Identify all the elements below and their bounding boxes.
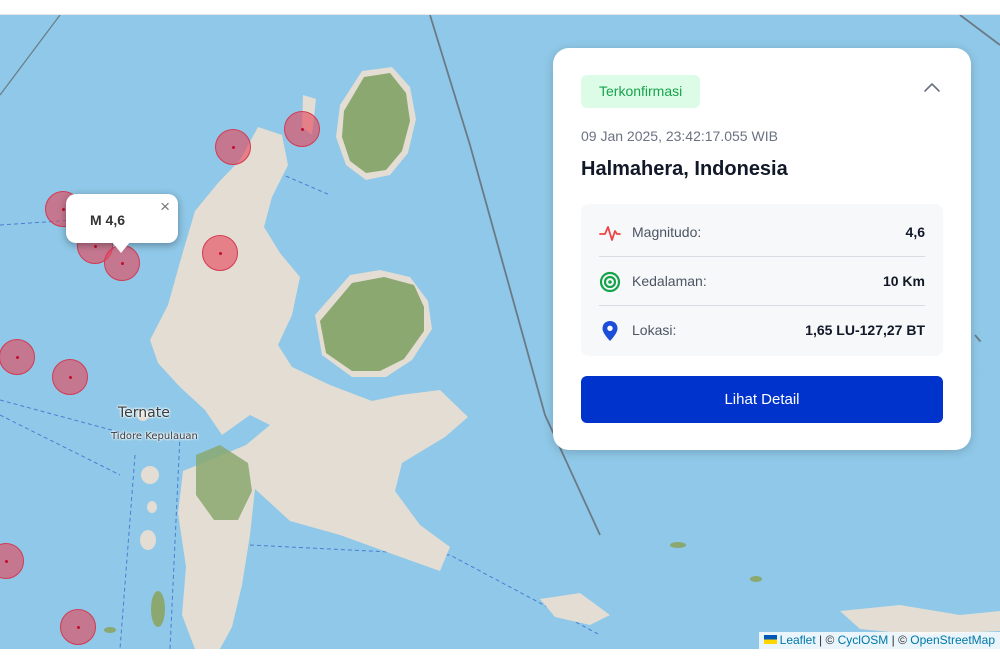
cyclosm-link[interactable]: CyclOSM — [838, 633, 889, 647]
chevron-up-icon[interactable] — [923, 80, 941, 94]
marker-popup: M 4,6 × — [66, 194, 178, 253]
magnitude-row: Magnitudo: 4,6 — [599, 207, 925, 257]
map-label-tidore: Tidore Kepulauan — [111, 431, 198, 442]
info-panel: Magnitudo: 4,6 Kedalaman: 10 Km Lokasi: … — [581, 204, 943, 356]
location-pin-icon — [602, 321, 618, 341]
pulse-icon — [599, 226, 621, 241]
view-detail-button[interactable]: Lihat Detail — [581, 376, 943, 423]
location-row: Lokasi: 1,65 LU-127,27 BT — [599, 305, 925, 354]
attribution-sep: | © — [888, 633, 911, 647]
status-badge: Terkonfirmasi — [581, 75, 701, 108]
attribution-sep: | © — [815, 633, 838, 647]
depth-value: 10 Km — [882, 273, 925, 289]
magnitude-value: 4,6 — [905, 224, 925, 240]
map-attribution: Leaflet | © CyclOSM | © OpenStreetMap — [758, 632, 1000, 649]
popup-magnitude: M 4,6 — [90, 212, 126, 228]
target-icon — [599, 271, 621, 293]
quake-marker[interactable] — [215, 129, 251, 165]
earthquake-info-card: Terkonfirmasi 09 Jan 2025, 23:42:17.055 … — [553, 48, 971, 450]
event-region: Halmahera, Indonesia — [581, 158, 788, 180]
popup-close-icon[interactable]: × — [160, 197, 170, 217]
location-label: Lokasi: — [632, 322, 677, 338]
popup-tip — [112, 242, 130, 253]
quake-marker[interactable] — [0, 339, 35, 375]
quake-marker[interactable] — [202, 235, 238, 271]
quake-marker[interactable] — [60, 609, 96, 645]
magnitude-label: Magnitudo: — [632, 224, 702, 240]
ukraine-flag-icon — [763, 635, 777, 644]
map-label-ternate: Ternate — [118, 405, 170, 421]
location-value: 1,65 LU-127,27 BT — [805, 322, 925, 338]
quake-marker[interactable] — [284, 111, 320, 147]
depth-label: Kedalaman: — [632, 273, 707, 289]
quake-marker[interactable] — [52, 359, 88, 395]
leaflet-link[interactable]: Leaflet — [780, 633, 816, 647]
depth-row: Kedalaman: 10 Km — [599, 256, 925, 306]
event-datetime: 09 Jan 2025, 23:42:17.055 WIB — [581, 128, 778, 144]
osm-link[interactable]: OpenStreetMap — [910, 633, 995, 647]
